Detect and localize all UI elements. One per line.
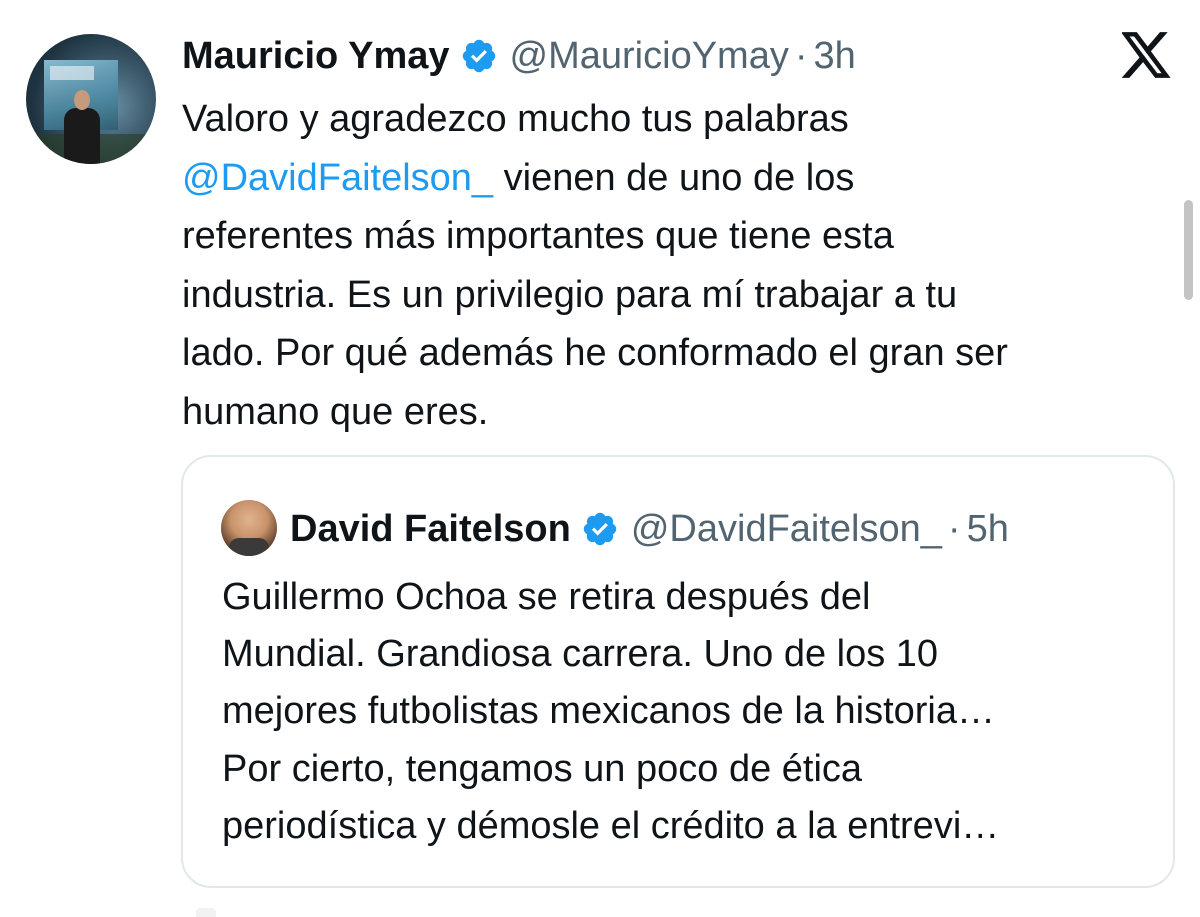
author-handle[interactable]: @MauricioYmay <box>510 35 789 78</box>
avatar-person-head <box>74 90 90 110</box>
tweet-header: Mauricio Ymay @MauricioYmay · 3h <box>182 28 856 84</box>
scrollbar-thumb[interactable] <box>1184 200 1193 300</box>
verified-badge-icon <box>462 39 495 73</box>
tweet-text-segment: humano que eres. <box>182 390 489 433</box>
quoted-author-handle[interactable]: @DavidFaitelson_ <box>631 508 942 551</box>
quoted-avatar-shirt <box>229 538 269 556</box>
quoted-tweet-text-line: Mundial. Grandiosa carrera. Uno de los 1… <box>222 633 939 676</box>
quoted-tweet-text-line: mejores futbolistas mexicanos de la hist… <box>222 690 996 733</box>
tweet-text-segment: lado. Por qué además he conformado el gr… <box>182 332 1008 374</box>
avatar-person-body <box>64 108 100 164</box>
quoted-tweet-text-line: Guillermo Ochoa se retira después del <box>222 576 871 618</box>
tweet-text-line: @DavidFaitelson_ vienen de uno de los <box>182 149 1172 208</box>
quoted-header-separator: · <box>947 507 961 550</box>
mention-link[interactable]: @DavidFaitelson_ <box>182 157 493 199</box>
tweet-text-line: Valoro y agradezco mucho tus palabras <box>182 90 1172 149</box>
tweet-timestamp[interactable]: 3h <box>814 35 856 78</box>
quoted-tweet-text-line: Por cierto, tengamos un poco de ética <box>222 747 863 790</box>
author-avatar[interactable] <box>26 34 156 164</box>
quoted-author-avatar[interactable] <box>221 500 277 556</box>
tweet-text-segment: referentes más importantes que tiene est… <box>182 215 894 257</box>
header-separator: · <box>794 34 808 77</box>
tweet-text-line: humano que eres. <box>182 383 1172 442</box>
tweet-text-line: lado. Por qué además he conformado el gr… <box>182 324 1172 383</box>
tweet-text-segment: Valoro y agradezco mucho tus palabras <box>182 98 849 140</box>
quoted-tweet-timestamp[interactable]: 5h <box>967 508 1009 551</box>
tweet[interactable]: Mauricio Ymay @MauricioYmay · 3h Valoro … <box>0 0 1200 917</box>
quoted-tweet-header: David Faitelson @DavidFaitelson_ · 5h <box>290 501 1009 557</box>
tweet-text-segment: industria. Es un privilegio para mí trab… <box>182 273 958 316</box>
author-name[interactable]: Mauricio Ymay <box>182 35 450 78</box>
tweet-text-line: industria. Es un privilegio para mí trab… <box>182 266 1172 325</box>
quoted-tweet-text: Guillermo Ochoa se retira después del Mun… <box>222 569 1162 855</box>
next-item-edge <box>196 908 216 917</box>
tweet-text: Valoro y agradezco mucho tus palabras @Da… <box>182 90 1172 441</box>
avatar-background-logo <box>50 66 94 80</box>
tweet-text-segment: vienen de uno de los <box>493 156 855 199</box>
tweet-text-line: referentes más importantes que tiene est… <box>182 207 1172 266</box>
quoted-tweet-card[interactable]: David Faitelson @DavidFaitelson_ · 5h Gu… <box>181 455 1175 888</box>
quoted-author-name[interactable]: David Faitelson <box>290 508 571 551</box>
verified-badge-icon <box>583 512 617 546</box>
quoted-tweet-text-line: periodística y démosle el crédito a la e… <box>222 804 1000 847</box>
x-logo-icon[interactable] <box>1122 32 1172 78</box>
